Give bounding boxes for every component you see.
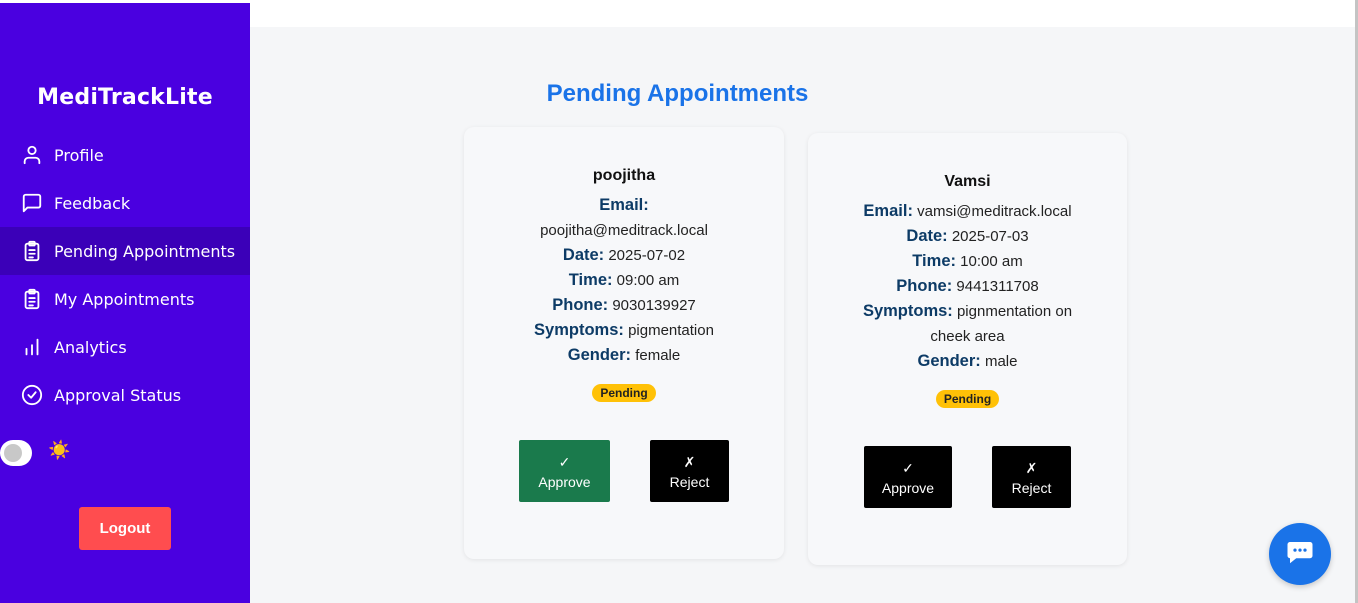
phone-value: 9441311708 <box>956 278 1039 295</box>
approve-label: Approve <box>881 479 935 496</box>
gender-line: Gender: male <box>808 349 1127 374</box>
approve-button[interactable]: ✓ Approve <box>519 440 610 502</box>
clipboard-list-icon <box>20 239 44 263</box>
sidebar-item-pending-appointments[interactable]: Pending Appointments <box>0 227 250 275</box>
main-content <box>250 27 1355 603</box>
symptoms-label: Symptoms: <box>862 302 953 320</box>
sidebar-item-label: Profile <box>54 145 104 165</box>
phone-label: Phone: <box>896 277 953 295</box>
symptoms-line: Symptoms: pignmentation on cheek area <box>808 299 1127 349</box>
approve-button[interactable]: ✓ Approve <box>864 446 952 508</box>
date-value: 2025-07-02 <box>608 247 686 264</box>
time-value: 10:00 am <box>960 253 1023 270</box>
sidebar-item-label: Feedback <box>54 193 131 213</box>
sidebar-item-my-appointments[interactable]: My Appointments <box>0 275 250 323</box>
check-icon: ✓ <box>558 453 571 470</box>
time-label: Time: <box>912 252 956 270</box>
chat-button[interactable] <box>1269 523 1331 585</box>
reject-button[interactable]: ✗ Reject <box>650 440 729 502</box>
sidebar-item-feedback[interactable]: Feedback <box>0 179 250 227</box>
action-buttons: ✓ Approve ✗ Reject <box>808 446 1127 508</box>
reject-label: Reject <box>669 473 710 490</box>
symptoms-value: pigmentation <box>628 322 714 339</box>
date-label: Date: <box>562 246 605 264</box>
sidebar-item-label: Approval Status <box>54 385 182 405</box>
x-icon: ✗ <box>1025 459 1038 476</box>
check-icon: ✓ <box>902 459 914 476</box>
chat-bubble-icon <box>1285 537 1315 571</box>
date-value: 2025-07-03 <box>951 228 1029 245</box>
theme-toggle[interactable] <box>0 440 32 466</box>
sidebar-item-approval-status[interactable]: Approval Status <box>0 371 250 419</box>
time-line: Time: 09:00 am <box>464 268 784 293</box>
sidebar-item-label: Analytics <box>54 337 127 357</box>
appointment-card: Vamsi Email: vamsi@meditrack.local Date:… <box>808 133 1127 565</box>
sidebar-item-profile[interactable]: Profile <box>0 131 250 179</box>
phone-line: Phone: 9030139927 <box>464 293 784 318</box>
page-title: Pending Appointments <box>546 80 809 107</box>
status-badge: Pending <box>592 384 656 402</box>
phone-value: 9030139927 <box>612 297 696 314</box>
email-line: Email: poojitha@meditrack.local <box>464 193 784 243</box>
phone-line: Phone: 9441311708 <box>808 274 1127 299</box>
reject-label: Reject <box>1011 479 1052 496</box>
gender-value: female <box>635 347 681 364</box>
clipboard-list-icon <box>20 287 44 311</box>
sun-icon: ☀️ <box>48 440 71 461</box>
gender-label: Gender: <box>567 346 632 364</box>
email-value: vamsi@meditrack.local <box>917 203 1072 220</box>
user-icon <box>20 143 44 167</box>
top-bar <box>250 3 1355 27</box>
action-buttons: ✓ Approve ✗ Reject <box>464 440 784 502</box>
date-label: Date: <box>906 227 948 245</box>
date-line: Date: 2025-07-03 <box>808 224 1127 249</box>
status-badge: Pending <box>935 390 1000 408</box>
gender-label: Gender: <box>917 352 981 370</box>
patient-name: poojitha <box>592 167 656 184</box>
bar-chart-icon <box>20 335 44 359</box>
phone-label: Phone: <box>552 296 609 314</box>
email-label: Email: <box>863 202 913 220</box>
date-line: Date: 2025-07-02 <box>464 243 784 268</box>
gender-line: Gender: female <box>464 343 784 368</box>
chat-square-icon <box>20 191 44 215</box>
gender-value: male <box>984 353 1018 370</box>
x-icon: ✗ <box>683 453 696 470</box>
symptoms-label: Symptoms: <box>534 321 624 339</box>
check-circle-icon <box>20 383 44 407</box>
toggle-knob <box>4 444 22 462</box>
email-label: Email: <box>599 196 649 214</box>
time-label: Time: <box>568 271 613 289</box>
email-value: poojitha@meditrack.local <box>540 222 708 239</box>
patient-name: Vamsi <box>944 173 991 190</box>
symptoms-line: Symptoms: pigmentation <box>464 318 784 343</box>
logout-button[interactable]: Logout <box>79 507 171 550</box>
sidebar-item-analytics[interactable]: Analytics <box>0 323 250 371</box>
email-line: Email: vamsi@meditrack.local <box>808 199 1127 224</box>
reject-button[interactable]: ✗ Reject <box>992 446 1071 508</box>
time-line: Time: 10:00 am <box>808 249 1127 274</box>
appointment-card: poojitha Email: poojitha@meditrack.local… <box>464 127 784 559</box>
time-value: 09:00 am <box>616 272 680 289</box>
sidebar-item-label: Pending Appointments <box>54 241 236 261</box>
approve-label: Approve <box>538 473 591 490</box>
sidebar-item-label: My Appointments <box>54 289 195 309</box>
